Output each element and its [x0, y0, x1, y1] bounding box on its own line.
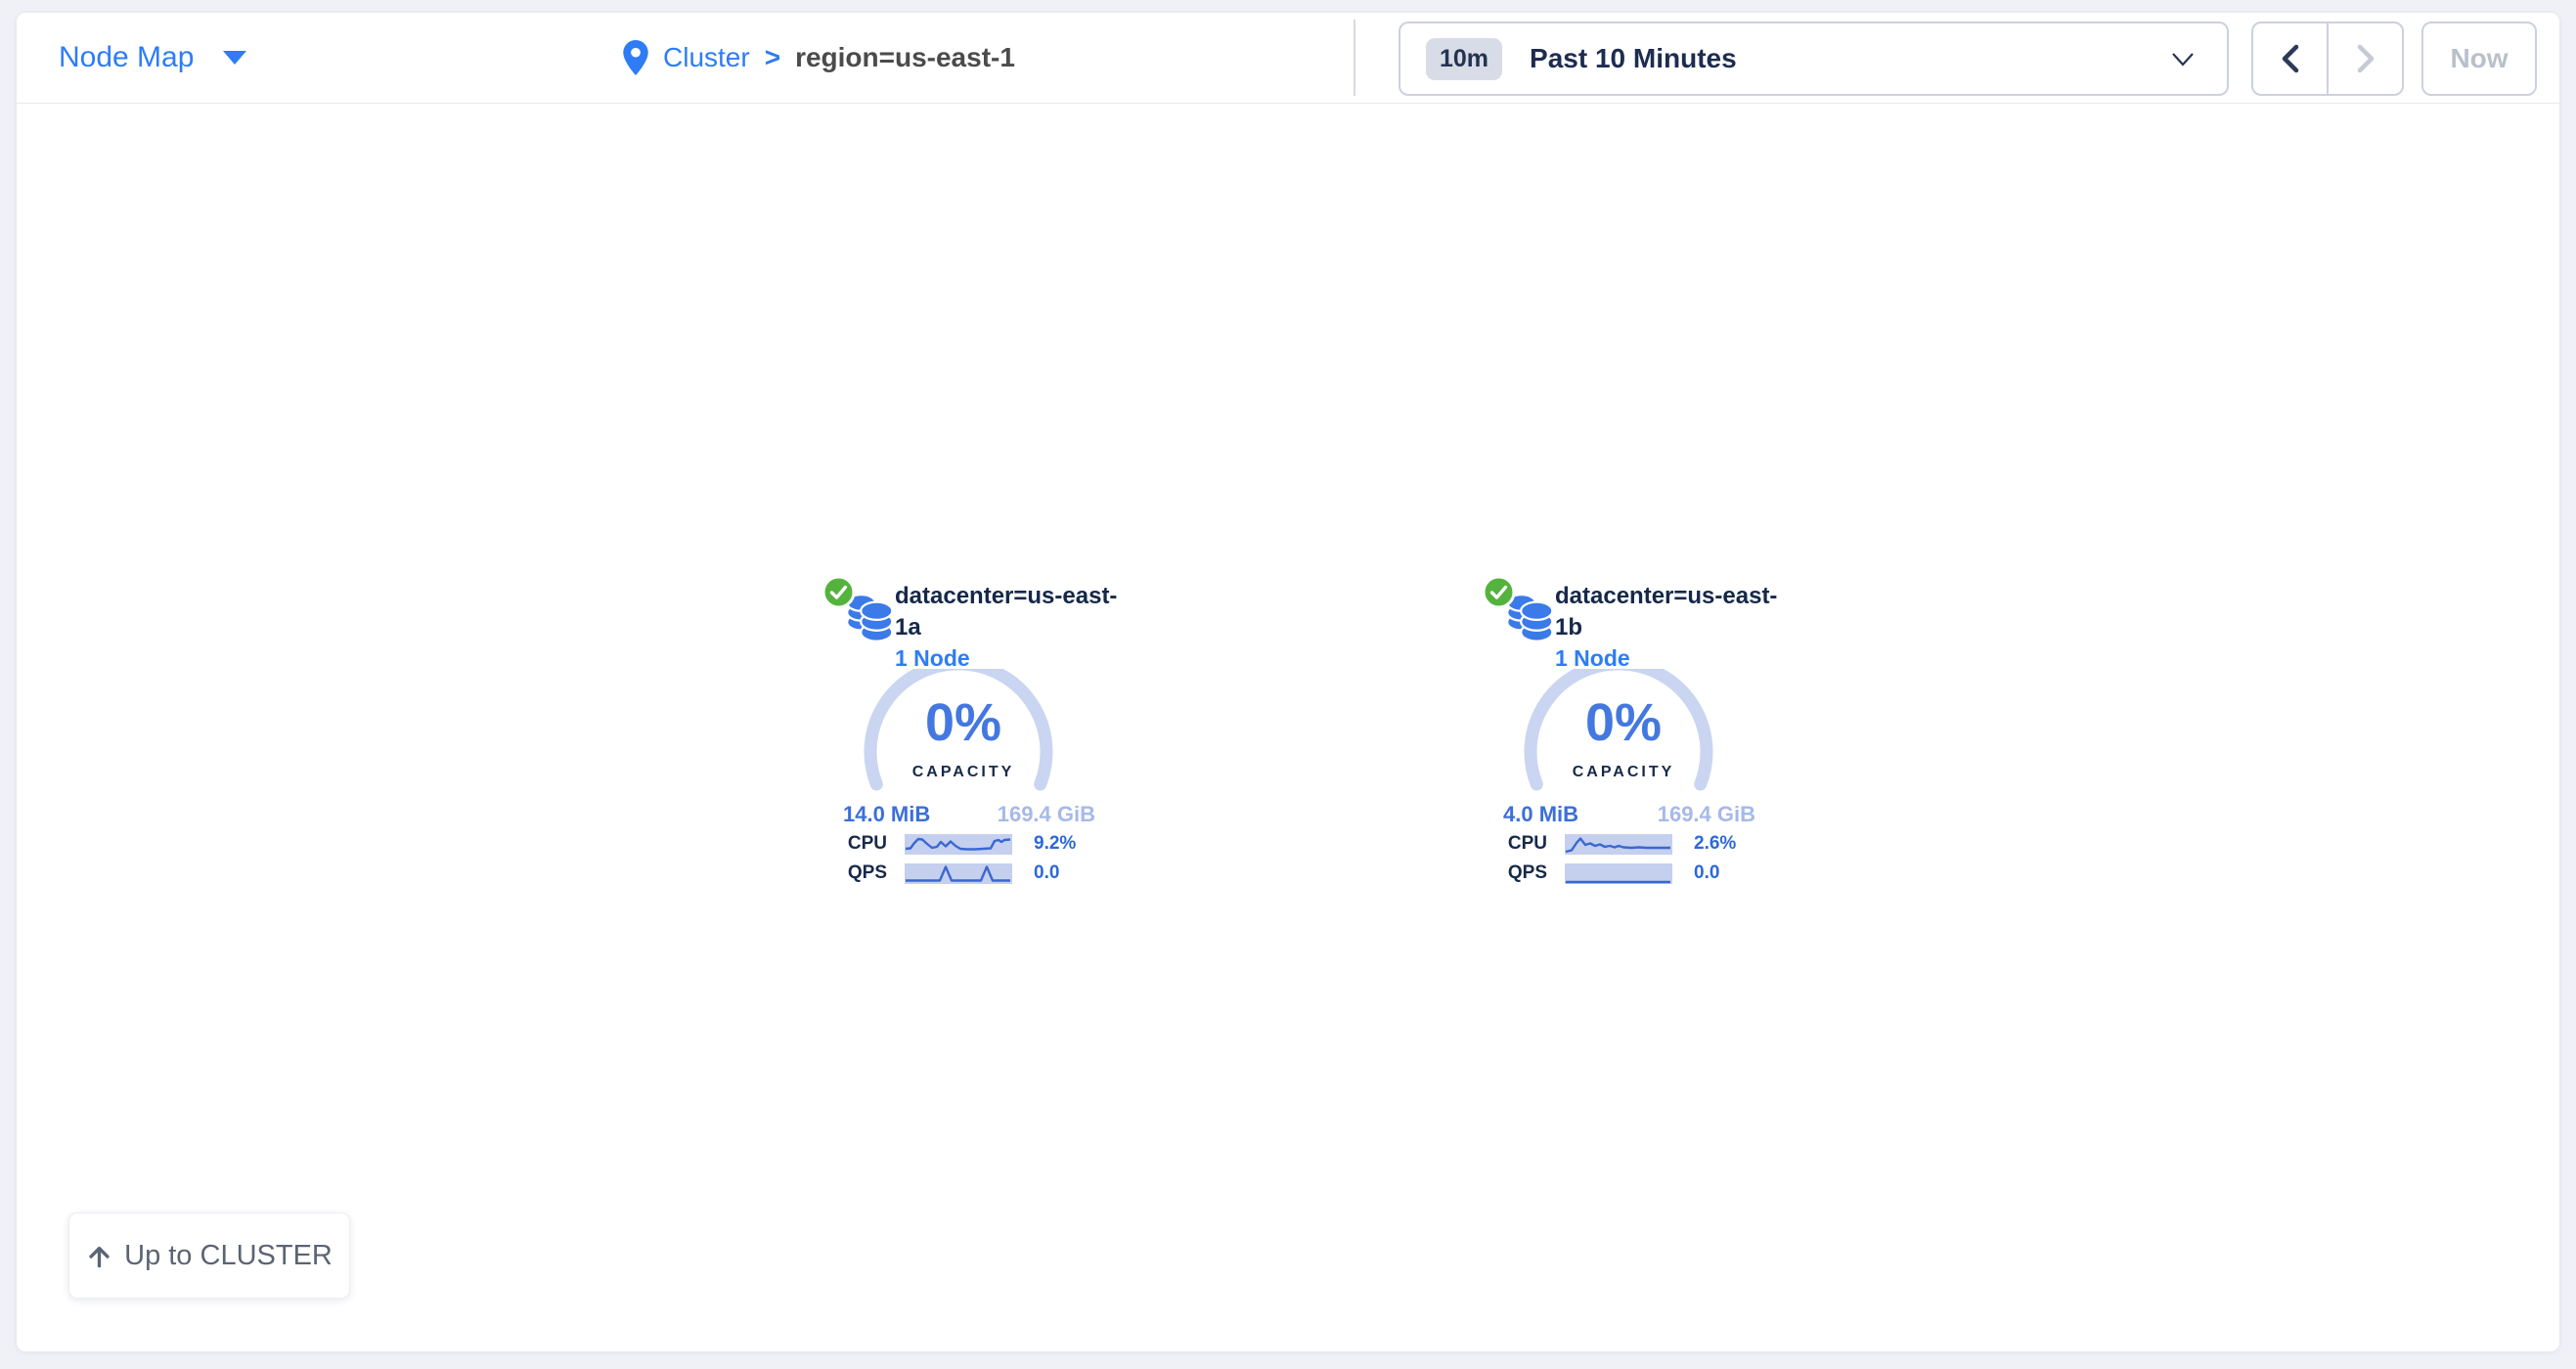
cpu-label: CPU — [802, 833, 887, 855]
capacity-label: CAPACITY — [802, 764, 1125, 781]
capacity-label: CAPACITY — [1462, 764, 1785, 781]
capacity-used: 14.0 MiB — [843, 802, 930, 827]
datacenter-node-count[interactable]: 1 Node — [1555, 643, 1785, 673]
qps-label: QPS — [1462, 862, 1547, 884]
chevron-right-icon — [2356, 44, 2376, 73]
qps-label: QPS — [802, 862, 887, 884]
content-panel — [16, 12, 2560, 1352]
datacenter-node-count[interactable]: 1 Node — [895, 643, 1125, 673]
capacity-used: 4.0 MiB — [1503, 802, 1578, 827]
cpu-sparkline — [1565, 834, 1672, 855]
breadcrumb-separator: > — [765, 42, 780, 73]
caret-down-icon — [223, 51, 246, 65]
healthy-check-icon — [1482, 575, 1516, 614]
breadcrumb-cluster-link[interactable]: Cluster — [663, 42, 750, 73]
datacenter-group-us-east-1a[interactable]: datacenter=us-east-1a 1 Node 0% CAPACITY… — [802, 567, 1125, 895]
time-nav-group — [2251, 22, 2404, 96]
capacity-total: 169.4 GiB — [1658, 802, 1755, 827]
cpu-sparkline — [905, 834, 1012, 855]
time-range-badge: 10m — [1426, 38, 1502, 80]
qps-sparkline — [905, 863, 1012, 884]
capacity-percent: 0% — [1462, 694, 1785, 751]
capacity-total: 169.4 GiB — [998, 802, 1095, 827]
up-to-cluster-button[interactable]: Up to CLUSTER — [68, 1213, 350, 1299]
now-button[interactable]: Now — [2421, 22, 2537, 96]
view-selector-dropdown[interactable]: Node Map — [59, 12, 246, 104]
capacity-percent: 0% — [802, 694, 1125, 751]
map-pin-icon — [623, 40, 648, 75]
breadcrumb-current: region=us-east-1 — [795, 42, 1015, 73]
datacenter-name: datacenter=us-east-1a — [895, 581, 1125, 643]
cpu-value: 2.6% — [1694, 833, 1736, 855]
chevron-down-icon — [2172, 53, 2194, 66]
chevron-left-icon — [2281, 44, 2300, 73]
view-selector-label: Node Map — [59, 41, 194, 74]
cpu-label: CPU — [1462, 833, 1547, 855]
header-divider — [1354, 20, 1355, 96]
qps-sparkline — [1565, 863, 1672, 884]
time-next-button[interactable] — [2327, 23, 2402, 94]
time-prev-button[interactable] — [2253, 23, 2327, 94]
time-range-label: Past 10 Minutes — [1530, 43, 1737, 74]
qps-value: 0.0 — [1694, 862, 1719, 884]
datacenter-name: datacenter=us-east-1b — [1555, 581, 1785, 643]
qps-value: 0.0 — [1034, 862, 1059, 884]
breadcrumb: Cluster > region=us-east-1 — [623, 12, 1015, 104]
datacenter-group-us-east-1b[interactable]: datacenter=us-east-1b 1 Node 0% CAPACITY… — [1462, 567, 1785, 895]
healthy-check-icon — [822, 575, 856, 614]
time-range-select[interactable]: 10m Past 10 Minutes — [1399, 22, 2229, 96]
arrow-up-icon — [86, 1243, 112, 1269]
cpu-value: 9.2% — [1034, 833, 1076, 855]
up-to-cluster-label: Up to CLUSTER — [124, 1240, 333, 1272]
